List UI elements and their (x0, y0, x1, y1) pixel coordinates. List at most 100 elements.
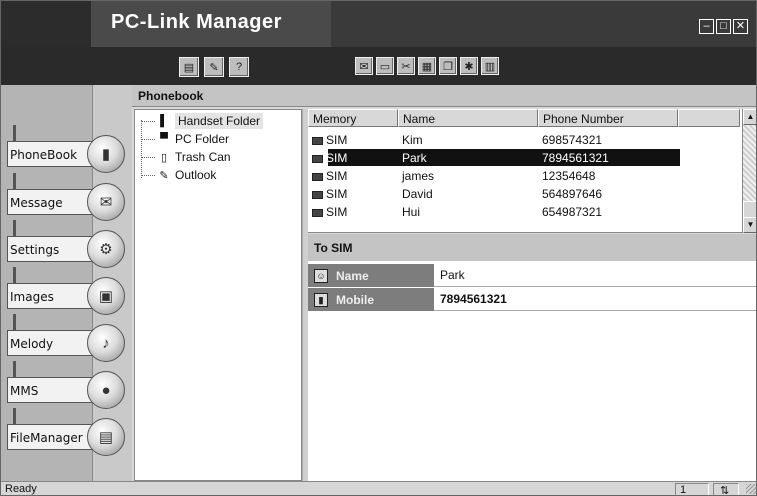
scroll-down-arrow-icon[interactable]: ▼ (743, 217, 756, 233)
status-bar: Ready 1 ⇅ (1, 481, 756, 496)
nav-item-settings[interactable]: Settings ⚙ (7, 220, 127, 268)
table-row[interactable]: SIM james 12354648 (308, 167, 740, 185)
memory-cell: SIM (312, 205, 347, 219)
resize-grip[interactable] (746, 484, 756, 494)
list-scrollbar[interactable]: ▲ ▼ (742, 109, 756, 233)
nav-item-message[interactable]: Message ✉ (7, 173, 127, 221)
minimize-button[interactable]: – (699, 19, 714, 34)
sim-card-icon (312, 136, 323, 145)
nav-stub (13, 361, 16, 377)
tree-item-trash-can[interactable]: ▯ Trash Can (141, 148, 231, 166)
memory-value: SIM (326, 169, 348, 183)
phone-cell: 12354648 (542, 169, 596, 183)
book-icon[interactable]: ▥ (481, 57, 499, 75)
nav-item-label: PhoneBook (10, 148, 78, 162)
nav-item-label: FileManager (10, 431, 83, 445)
phonebook-header: Phonebook (132, 85, 756, 107)
status-count: 1 (680, 484, 687, 496)
detail-panel: To SIM ☺ Name Park ▮ Mobile 7894561321 (308, 234, 756, 481)
tree-item-pc-folder[interactable]: ▀ PC Folder (141, 130, 229, 148)
memory-cell: SIM (312, 169, 347, 183)
tree-item-outlook[interactable]: ✎ Outlook (141, 166, 216, 184)
table-row[interactable]: SIM Hui 654987321 (308, 203, 740, 221)
edit-icon[interactable]: ✎ (204, 57, 224, 77)
grid-icon[interactable]: ▦ (418, 57, 436, 75)
envelope-icon: ✉ (87, 183, 125, 221)
memory-cell: SIM (312, 187, 347, 201)
column-header-blank (678, 109, 740, 127)
table-row[interactable]: SIM Kim 698574321 (308, 131, 740, 149)
title-bar-left (1, 1, 91, 47)
nav-item-label: Images (10, 290, 54, 304)
document-icon[interactable]: ▤ (179, 57, 199, 77)
nav-stub (13, 267, 16, 283)
memory-cell: SIM (312, 133, 347, 147)
nav-item-melody[interactable]: Melody ♪ (7, 314, 127, 362)
tree-branch (141, 120, 155, 122)
toolbar-left-group: ▤ ✎ ? (179, 57, 249, 77)
sim-card-icon (312, 208, 323, 217)
phone-cell: 698574321 (542, 133, 603, 147)
nav-item-label: Melody (10, 337, 54, 351)
sim-card-icon (312, 154, 323, 163)
selection-highlight (328, 149, 680, 166)
connection-icon: ⇅ (720, 485, 730, 496)
nav-item-mms[interactable]: MMS ● (7, 361, 127, 409)
app-title: PC-Link Manager (111, 11, 282, 33)
nav-item-label: Settings (10, 243, 60, 257)
copy-icon[interactable]: ❐ (439, 57, 457, 75)
memory-value: SIM (326, 205, 348, 219)
column-header-name[interactable]: Name (398, 109, 538, 127)
detail-header: To SIM (308, 234, 756, 261)
help-icon[interactable]: ? (229, 57, 249, 77)
nav-item-filemanager[interactable]: FileManager ▤ (7, 408, 127, 456)
folder-icon[interactable]: ▭ (376, 57, 394, 75)
contact-list: Memory Name Phone Number SIM Kim 6985743… (308, 109, 756, 233)
name-cell: Hui (402, 205, 421, 219)
nav-stub (13, 173, 16, 189)
table-row[interactable]: SIM David 564897646 (308, 185, 740, 203)
memory-cell: SIM (312, 151, 347, 165)
app-window: PC-Link Manager – □ ✕ ▤ ✎ ? ✉ ▭ ✂ ▦ ❐ ✱ … (0, 0, 757, 496)
tree-branch (141, 174, 155, 176)
nav-item-phonebook[interactable]: PhoneBook ▮ (7, 125, 127, 173)
close-button[interactable]: ✕ (733, 19, 748, 34)
scroll-up-arrow-icon[interactable]: ▲ (743, 109, 756, 125)
column-header-phone[interactable]: Phone Number (538, 109, 678, 127)
nav-item-images[interactable]: Images ▣ (7, 267, 127, 315)
mail-icon[interactable]: ✉ (355, 57, 373, 75)
handset-icon: ▌ (160, 115, 168, 127)
memory-value: SIM (326, 151, 348, 165)
tree-branch (141, 156, 155, 158)
image-icon: ▣ (87, 277, 125, 315)
settings-icon: ⚙ (87, 230, 125, 268)
list-header: Memory Name Phone Number (308, 109, 740, 127)
mobile-value-field[interactable]: 7894561321 (434, 288, 756, 311)
phone-icon: ▮ (87, 135, 125, 173)
folder-tree: ▌ Handset Folder ▀ PC Folder ▯ Trash Can… (134, 109, 302, 481)
detail-row-mobile: ▮ Mobile 7894561321 (308, 288, 756, 312)
outlook-icon: ✎ (159, 169, 169, 182)
tool-icon[interactable]: ✂ (397, 57, 415, 75)
memory-value: SIM (326, 187, 348, 201)
left-nav: PhoneBook ▮ Message ✉ Settings ⚙ Images … (1, 85, 132, 481)
field-label: Name (336, 268, 369, 283)
toolbar-right-group: ✉ ▭ ✂ ▦ ❐ ✱ ▥ (355, 57, 499, 75)
nav-stub (13, 220, 16, 236)
tree-item-handset-folder[interactable]: ▌ Handset Folder (141, 112, 264, 130)
tree-item-label: Outlook (175, 168, 217, 182)
tree-branch (141, 138, 155, 140)
field-key: ☺ Name (308, 264, 434, 287)
title-bar: PC-Link Manager – □ ✕ (1, 1, 756, 47)
tree-item-label: Trash Can (175, 150, 231, 164)
maximize-button[interactable]: □ (716, 19, 731, 34)
name-value-field[interactable]: Park (434, 264, 756, 287)
column-header-memory[interactable]: Memory (308, 109, 398, 127)
trash-icon: ▯ (160, 151, 168, 164)
table-row-selected[interactable]: SIM Park 7894561321 (308, 149, 740, 167)
pc-icon: ▀ (160, 133, 168, 145)
field-key: ▮ Mobile (308, 288, 434, 311)
toolbar: ▤ ✎ ? ✉ ▭ ✂ ▦ ❐ ✱ ▥ (1, 47, 756, 85)
balloon-icon: ● (87, 371, 125, 409)
star-icon[interactable]: ✱ (460, 57, 478, 75)
